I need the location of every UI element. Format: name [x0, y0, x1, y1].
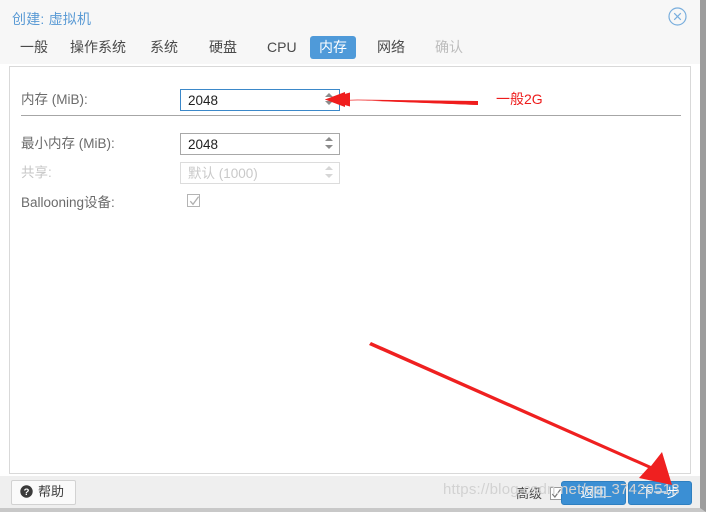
memory-input[interactable]: 2048 [180, 89, 340, 111]
shares-stepper-icon [325, 166, 334, 181]
tab-confirm: 确认 [435, 39, 463, 55]
tab-os[interactable]: 操作系统 [61, 36, 135, 59]
close-icon[interactable] [668, 7, 687, 26]
form-row-shares: 共享: 默认 (1000) [10, 162, 690, 184]
create-vm-dialog: 创建: 虚拟机 一般 操作系统 系统 硬盘 CPU 内存 网络 确认 内存 (M… [0, 0, 706, 512]
min-memory-input[interactable]: 2048 [180, 133, 340, 155]
form-row-min-memory: 最小内存 (MiB): 2048 [10, 133, 690, 155]
watermark-text: https://blog.csdn.net/qq_37429513 [443, 481, 680, 498]
tab-system[interactable]: 系统 [141, 36, 187, 59]
form-row-ballooning: Ballooning设备: [10, 192, 690, 214]
memory-stepper-icon[interactable] [325, 93, 334, 108]
dialog-title: 创建: 虚拟机 [12, 11, 92, 27]
ballooning-checkbox[interactable] [187, 194, 200, 207]
memory-input-value: 2048 [188, 93, 219, 108]
memory-settings-panel: 内存 (MiB): 2048 最小内存 (MiB): 2048 共享: 默认 (… [9, 66, 691, 474]
form-divider [21, 115, 681, 116]
svg-text:?: ? [24, 487, 30, 498]
shares-label: 共享: [21, 165, 52, 180]
shares-input-value: 默认 (1000) [188, 166, 258, 181]
tab-network[interactable]: 网络 [368, 36, 414, 59]
wizard-tabbar: 一般 操作系统 系统 硬盘 CPU 内存 网络 确认 [0, 34, 700, 64]
screenshot-root: 创建: 虚拟机 一般 操作系统 系统 硬盘 CPU 内存 网络 确认 内存 (M… [0, 0, 706, 512]
form-row-memory: 内存 (MiB): 2048 [10, 89, 690, 111]
min-memory-stepper-icon[interactable] [325, 137, 334, 152]
min-memory-input-value: 2048 [188, 137, 219, 152]
shares-input: 默认 (1000) [180, 162, 340, 184]
help-button-label: 帮助 [38, 484, 65, 499]
min-memory-label: 最小内存 (MiB): [21, 136, 115, 151]
memory-form: 内存 (MiB): 2048 最小内存 (MiB): 2048 共享: 默认 (… [10, 67, 690, 473]
tab-memory[interactable]: 内存 [310, 36, 356, 59]
help-button[interactable]: ? 帮助 [11, 480, 77, 505]
dialog-titlebar: 创建: 虚拟机 [0, 0, 700, 34]
tab-general[interactable]: 一般 [11, 36, 57, 59]
tab-disk[interactable]: 硬盘 [200, 36, 246, 59]
memory-label: 内存 (MiB): [21, 92, 88, 107]
tab-cpu[interactable]: CPU [258, 36, 306, 59]
question-mark-icon: ? [20, 483, 33, 505]
ballooning-label: Ballooning设备: [21, 195, 115, 210]
